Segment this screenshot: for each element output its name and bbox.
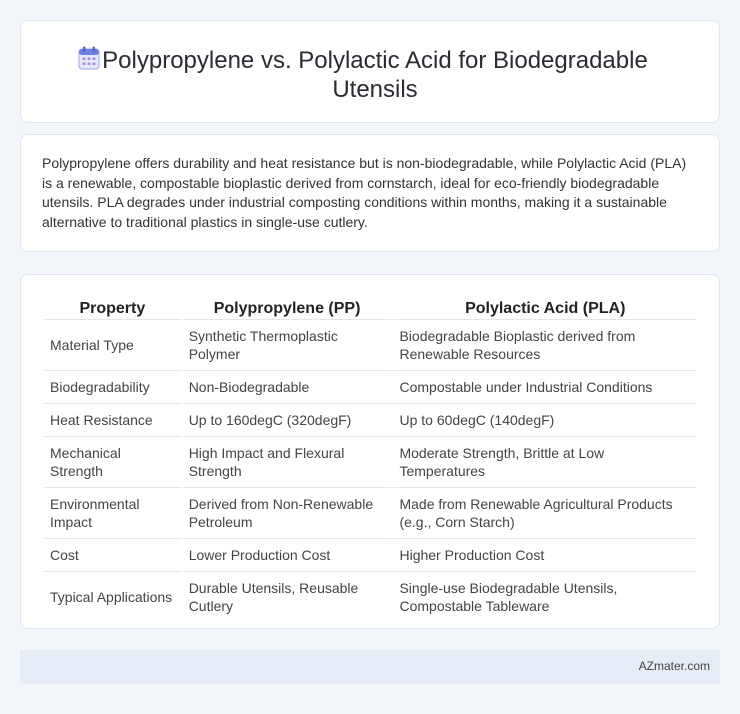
property-cell: Heat Resistance — [44, 404, 181, 437]
footer-brand[interactable]: AZmater.com — [639, 659, 710, 673]
property-cell: Material Type — [44, 320, 181, 371]
comparison-table-card: Property Polypropylene (PP) Polylactic A… — [20, 274, 720, 629]
column-header-polypropylene: Polypropylene (PP) — [182, 295, 392, 320]
pp-cell: Non-Biodegradable — [182, 371, 392, 404]
pp-cell: Synthetic Thermoplastic Polymer — [182, 320, 392, 371]
property-cell: Environmental Impact — [44, 488, 181, 539]
pla-cell: Up to 60degC (140degF) — [393, 404, 697, 437]
table-row: Cost Lower Production Cost Higher Produc… — [44, 539, 697, 572]
table-row: Heat Resistance Up to 160degC (320degF) … — [44, 404, 697, 437]
column-header-pla: Polylactic Acid (PLA) — [393, 295, 697, 320]
pp-cell: Up to 160degC (320degF) — [182, 404, 392, 437]
pla-cell: Biodegradable Bioplastic derived from Re… — [393, 320, 697, 371]
table-row: Environmental Impact Derived from Non-Re… — [44, 488, 697, 539]
pp-cell: Lower Production Cost — [182, 539, 392, 572]
pla-cell: Single-use Biodegradable Utensils, Compo… — [399, 580, 618, 614]
pla-cell: Moderate Strength, Brittle at Low Temper… — [393, 437, 697, 488]
property-cell: Mechanical Strength — [44, 437, 181, 488]
property-cell: Biodegradability — [44, 371, 181, 404]
pla-cell: Higher Production Cost — [393, 539, 697, 572]
table-header-row: Property Polypropylene (PP) Polylactic A… — [44, 295, 697, 320]
table-row: Typical Applications Durable Utensils, R… — [44, 572, 697, 622]
pp-cell: Derived from Non-Renewable Petroleum — [182, 488, 392, 539]
property-cell: Typical Applications — [50, 589, 173, 605]
footer: AZmater.com — [20, 650, 720, 684]
title-card: Polypropylene vs. Polylactic Acid for Bi… — [20, 20, 720, 123]
pp-cell: High Impact and Flexural Strength — [182, 437, 392, 488]
table-row: Material Type Synthetic Thermoplastic Po… — [44, 320, 697, 371]
comparison-table: Property Polypropylene (PP) Polylactic A… — [42, 295, 699, 622]
pla-cell: Made from Renewable Agricultural Product… — [393, 488, 697, 539]
property-cell: Cost — [44, 539, 181, 572]
pp-cell: Durable Utensils, Reusable Cutlery — [188, 580, 359, 614]
pla-cell: Compostable under Industrial Conditions — [393, 371, 697, 404]
table-row: Mechanical Strength High Impact and Flex… — [44, 437, 697, 488]
summary-text: Polypropylene offers durability and heat… — [42, 155, 687, 230]
table-row: Biodegradability Non-Biodegradable Compo… — [44, 371, 697, 404]
summary-card: Polypropylene offers durability and heat… — [20, 134, 720, 252]
page-title: Polypropylene vs. Polylactic Acid for Bi… — [102, 47, 648, 103]
column-header-property: Property — [44, 295, 181, 320]
